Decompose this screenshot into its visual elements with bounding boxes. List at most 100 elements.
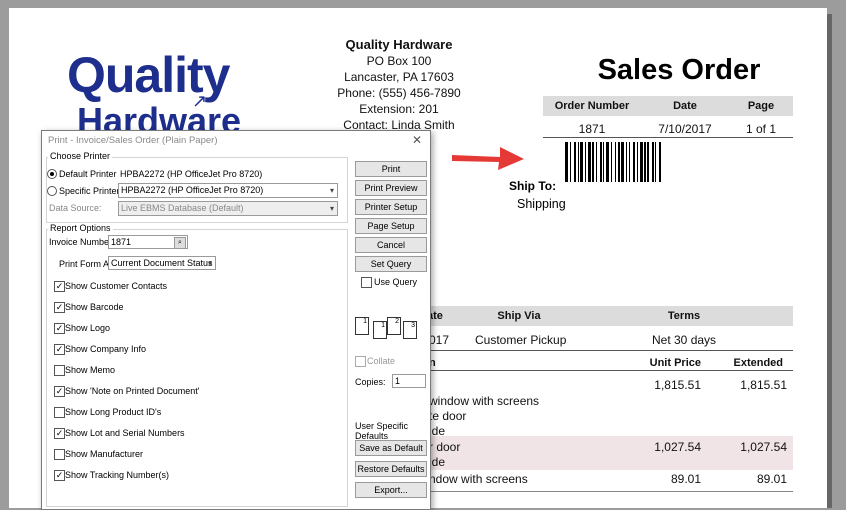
option-checkbox[interactable]: [54, 428, 65, 439]
option-checkbox-label: Show 'Note on Printed Document': [65, 386, 200, 396]
default-printer-radio[interactable]: [47, 169, 57, 179]
item2-unit-price: 1,027.54: [654, 440, 701, 454]
invoice-number-value: 1871: [111, 237, 132, 247]
option-checkbox[interactable]: [54, 386, 65, 397]
option-checkbox[interactable]: [54, 281, 65, 292]
data-source-label: Data Source:: [49, 203, 102, 213]
chevron-down-icon: ▾: [329, 186, 334, 195]
item3-unit-price: 89.01: [670, 472, 701, 486]
user-specific-label: User Specific Defaults: [355, 421, 409, 441]
option-checkbox[interactable]: [54, 302, 65, 313]
barcode: [565, 142, 789, 182]
print-button[interactable]: Print: [355, 161, 427, 177]
ship-via-header: Ship Via: [497, 310, 541, 322]
terms-header: Terms: [667, 310, 701, 322]
page-header: Page: [747, 100, 775, 112]
option-checkbox-label: Show Company Info: [65, 344, 147, 354]
red-arrow-barcode-icon: [452, 147, 524, 170]
company-extension: Extension: 201: [359, 102, 439, 116]
chevron-down-icon: ▾: [207, 259, 212, 268]
order-divider: [543, 137, 793, 138]
terms-header-bar: [419, 306, 793, 326]
item2-desc-line1: r door: [429, 440, 461, 454]
item1-desc-line1: window with screens: [429, 394, 540, 408]
item1-description: window with screens te door ide: [429, 394, 539, 439]
company-name: Quality Hardware: [345, 37, 453, 52]
printer-setup-button[interactable]: Printer Setup: [355, 199, 427, 215]
default-printer-value: HPBA2272 (HP OfficeJet Pro 8720): [120, 169, 263, 179]
ship-via-value: Customer Pickup: [475, 333, 567, 347]
order-number-value: 1871: [578, 122, 606, 136]
option-checkbox-label: Show Memo: [65, 365, 116, 375]
item2-description: r door ide: [429, 440, 460, 470]
item2-extended: 1,027.54: [740, 440, 787, 454]
items-top-divider: [419, 350, 793, 351]
option-checkbox[interactable]: [54, 407, 65, 418]
default-printer-label: Default Printer: [59, 169, 117, 179]
option-checkbox-label: Show Manufacturer: [65, 449, 144, 459]
page-setup-button[interactable]: Page Setup: [355, 218, 427, 234]
option-checkbox[interactable]: [54, 470, 65, 481]
item3-extended: 89.01: [756, 472, 787, 486]
option-checkbox[interactable]: [54, 323, 65, 334]
unit-price-header: Unit Price: [649, 357, 701, 369]
option-checkbox-label: Show Logo: [65, 323, 111, 333]
date-value: 7/10/2017: [658, 122, 712, 136]
collate-page-icon: 2: [387, 317, 401, 335]
collate-page-icon: 3: [403, 321, 417, 339]
option-checkbox-label: Show Tracking Number(s): [65, 470, 170, 480]
page-shadow: [827, 14, 832, 508]
copies-label: Copies:: [355, 377, 386, 387]
option-checkbox-label: Show Long Product ID's: [65, 407, 162, 417]
terms-value: Net 30 days: [652, 333, 717, 347]
print-form-as-select[interactable]: Current Document Status ▾: [108, 256, 216, 270]
company-address1: PO Box 100: [366, 54, 432, 68]
choose-printer-legend: Choose Printer: [48, 151, 113, 161]
item3-description: ndow with screens: [429, 472, 528, 486]
use-query-label: Use Query: [374, 277, 418, 287]
print-form-as-value: Current Document Status: [111, 258, 213, 268]
option-checkbox[interactable]: [54, 449, 65, 460]
save-default-button[interactable]: Save as Default: [355, 440, 427, 456]
report-options-legend: Report Options: [48, 223, 113, 233]
use-query-checkbox[interactable]: [361, 277, 372, 288]
option-checkbox[interactable]: [54, 365, 65, 376]
date-header: Date: [673, 100, 697, 112]
items-bottom-divider: [419, 491, 793, 492]
item1-unit-price: 1,815.51: [654, 378, 701, 392]
specific-printer-radio[interactable]: [47, 186, 57, 196]
option-checkbox[interactable]: [54, 344, 65, 355]
option-checkbox-label: Show Lot and Serial Numbers: [65, 428, 185, 438]
company-address2: Lancaster, PA 17603: [344, 70, 454, 84]
item2-desc-line2: ide: [429, 455, 446, 469]
barcode-bar: [659, 142, 661, 182]
extended-header: Extended: [733, 357, 783, 369]
set-query-button[interactable]: Set Query: [355, 256, 427, 272]
print-preview-button[interactable]: Print Preview: [355, 180, 427, 196]
search-icon[interactable]: ⌕: [174, 237, 186, 249]
ship-date-value: 017: [429, 333, 450, 347]
dialog-title: Print - Invoice/Sales Order (Plain Paper…: [48, 135, 218, 146]
option-checkbox-label: Show Barcode: [65, 302, 124, 312]
item1-extended: 1,815.51: [740, 378, 787, 392]
collate-checkbox[interactable]: [355, 356, 366, 367]
specific-printer-select[interactable]: HPBA2272 (HP OfficeJet Pro 8720) ▾: [118, 183, 338, 198]
cancel-button[interactable]: Cancel: [355, 237, 427, 253]
order-number-header: Order Number: [554, 100, 630, 112]
data-source-select-value: Live EBMS Database (Default): [121, 203, 244, 213]
copies-input[interactable]: 1: [392, 374, 426, 388]
sales-order-title: Sales Order: [597, 54, 761, 86]
ship-to-label: Ship To:: [509, 179, 557, 193]
ship-to-value: Shipping: [517, 197, 566, 211]
option-checkbox-label: Show Customer Contacts: [65, 281, 168, 291]
invoice-number-label: Invoice Number:: [49, 237, 115, 247]
invoice-number-input[interactable]: 1871 ⌕: [108, 235, 188, 249]
specific-printer-select-value: HPBA2272 (HP OfficeJet Pro 8720): [121, 185, 264, 195]
print-dialog: Print - Invoice/Sales Order (Plain Paper…: [41, 130, 431, 510]
data-source-select[interactable]: Live EBMS Database (Default) ▾: [118, 201, 338, 216]
close-icon[interactable]: ✕: [412, 133, 422, 147]
item1-desc-line2: te door: [429, 409, 467, 423]
export-button[interactable]: Export...: [355, 482, 427, 498]
company-phone: Phone: (555) 456-7890: [337, 86, 461, 100]
restore-defaults-button[interactable]: Restore Defaults: [355, 461, 427, 477]
